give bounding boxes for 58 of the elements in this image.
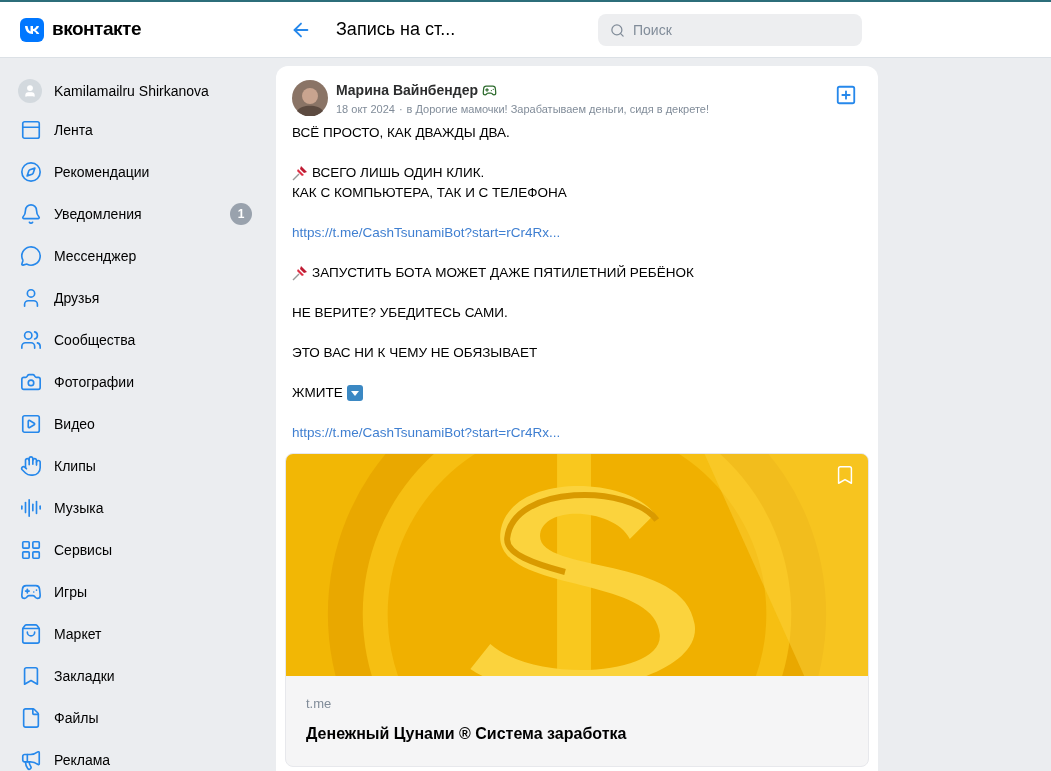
gamepad-icon	[482, 83, 497, 98]
search-icon	[610, 22, 625, 38]
logo-icon	[20, 17, 44, 42]
link-domain: t.me	[306, 694, 333, 713]
avatar-icon	[292, 80, 328, 116]
compass-icon	[20, 161, 42, 183]
search-field[interactable]: Поиск	[598, 13, 862, 46]
bag-icon	[20, 623, 42, 645]
sidebar-item[interactable]: Друзья	[18, 277, 252, 319]
post-text: ЖМИТЕ	[292, 383, 343, 402]
sidebar-item[interactable]: Сервисы	[18, 529, 252, 571]
sidebar-item[interactable]: Сообщества	[18, 319, 252, 361]
profile-item[interactable]: Kamilamailru Shirkanova	[18, 76, 276, 106]
link-card[interactable]: t.me Денежный Цунами ® Система заработка	[285, 452, 869, 767]
sidebar-item[interactable]: Уведомления 1	[18, 193, 252, 235]
group-link[interactable]: в Дорогие мамочки! Зарабатываем деньги, сидя в декрете!	[406, 101, 709, 118]
sidebar-item[interactable]: Закладки	[18, 655, 252, 697]
sidebar-item[interactable]: Фотографии	[18, 361, 252, 403]
grid-icon	[20, 539, 42, 561]
sidebar-item[interactable]: Реклама	[18, 739, 252, 771]
users-icon	[20, 329, 42, 351]
post-text: ВСЕГО ЛИШЬ ОДИН КЛИК.	[292, 162, 862, 183]
post-text: ЭТО ВАС НИ К ЧЕМУ НЕ ОБЯЗЫВАЕТ	[292, 343, 539, 362]
megaphone-icon	[20, 749, 42, 771]
post-text: КАК С КОМПЬЮТЕРА, ТАК И С ТЕЛЕФОНА	[292, 183, 568, 202]
post-text: ВСЁ ПРОСТО, КАК ДВАЖДЫ ДВА.	[292, 123, 511, 142]
post-link[interactable]: https://t.me/CashTsunamiBot?start=rCr4Rx...	[292, 422, 862, 443]
page-title: Запись на ст...	[336, 18, 457, 41]
file-icon	[20, 707, 42, 729]
camera-icon	[20, 371, 42, 393]
sidebar-item[interactable]: Музыка	[18, 487, 252, 529]
feed-icon	[20, 119, 42, 141]
hand-icon	[20, 455, 42, 477]
audio-bars-icon	[20, 497, 42, 519]
avatar-icon	[18, 79, 42, 103]
pushpin-icon	[292, 164, 308, 181]
post-link[interactable]: https://t.me/CashTsunamiBot?start=rCr4Rx...	[292, 222, 862, 243]
sidebar-item[interactable]: Клипы	[18, 445, 252, 487]
post-date: 18 окт 2024	[336, 102, 395, 117]
chat-bubble-icon	[20, 245, 42, 267]
logo-text: вконтакте	[52, 17, 141, 42]
count-badge: 1	[230, 203, 252, 225]
sidebar-item[interactable]: Лента	[18, 109, 252, 151]
sidebar-item[interactable]: Маркет	[18, 613, 252, 655]
sidebar-item[interactable]: Видео	[18, 403, 252, 445]
bell-icon	[20, 203, 42, 225]
sidebar-item[interactable]: Мессенджер	[18, 235, 252, 277]
link-title: Денежный Цунами ® Система заработка	[306, 724, 628, 744]
play-icon	[20, 413, 42, 435]
sidebar-item[interactable]: Игры	[18, 571, 252, 613]
post-text: НЕ ВЕРИТЕ? УБЕДИТЕСЬ САМИ.	[292, 303, 509, 322]
sidebar-item[interactable]: Рекомендации	[18, 151, 252, 193]
add-icon[interactable]	[835, 84, 857, 106]
post-text: ЗАПУСТИТЬ БОТА МОЖЕТ ДАЖЕ ПЯТИЛЕТНИЙ РЕБЁНОК	[292, 262, 862, 283]
separator-dot: ·	[398, 102, 403, 117]
sidebar-item[interactable]: Файлы	[18, 697, 252, 739]
author-name[interactable]: Марина Вайнбендер	[336, 80, 478, 101]
pushpin-icon	[292, 264, 308, 281]
